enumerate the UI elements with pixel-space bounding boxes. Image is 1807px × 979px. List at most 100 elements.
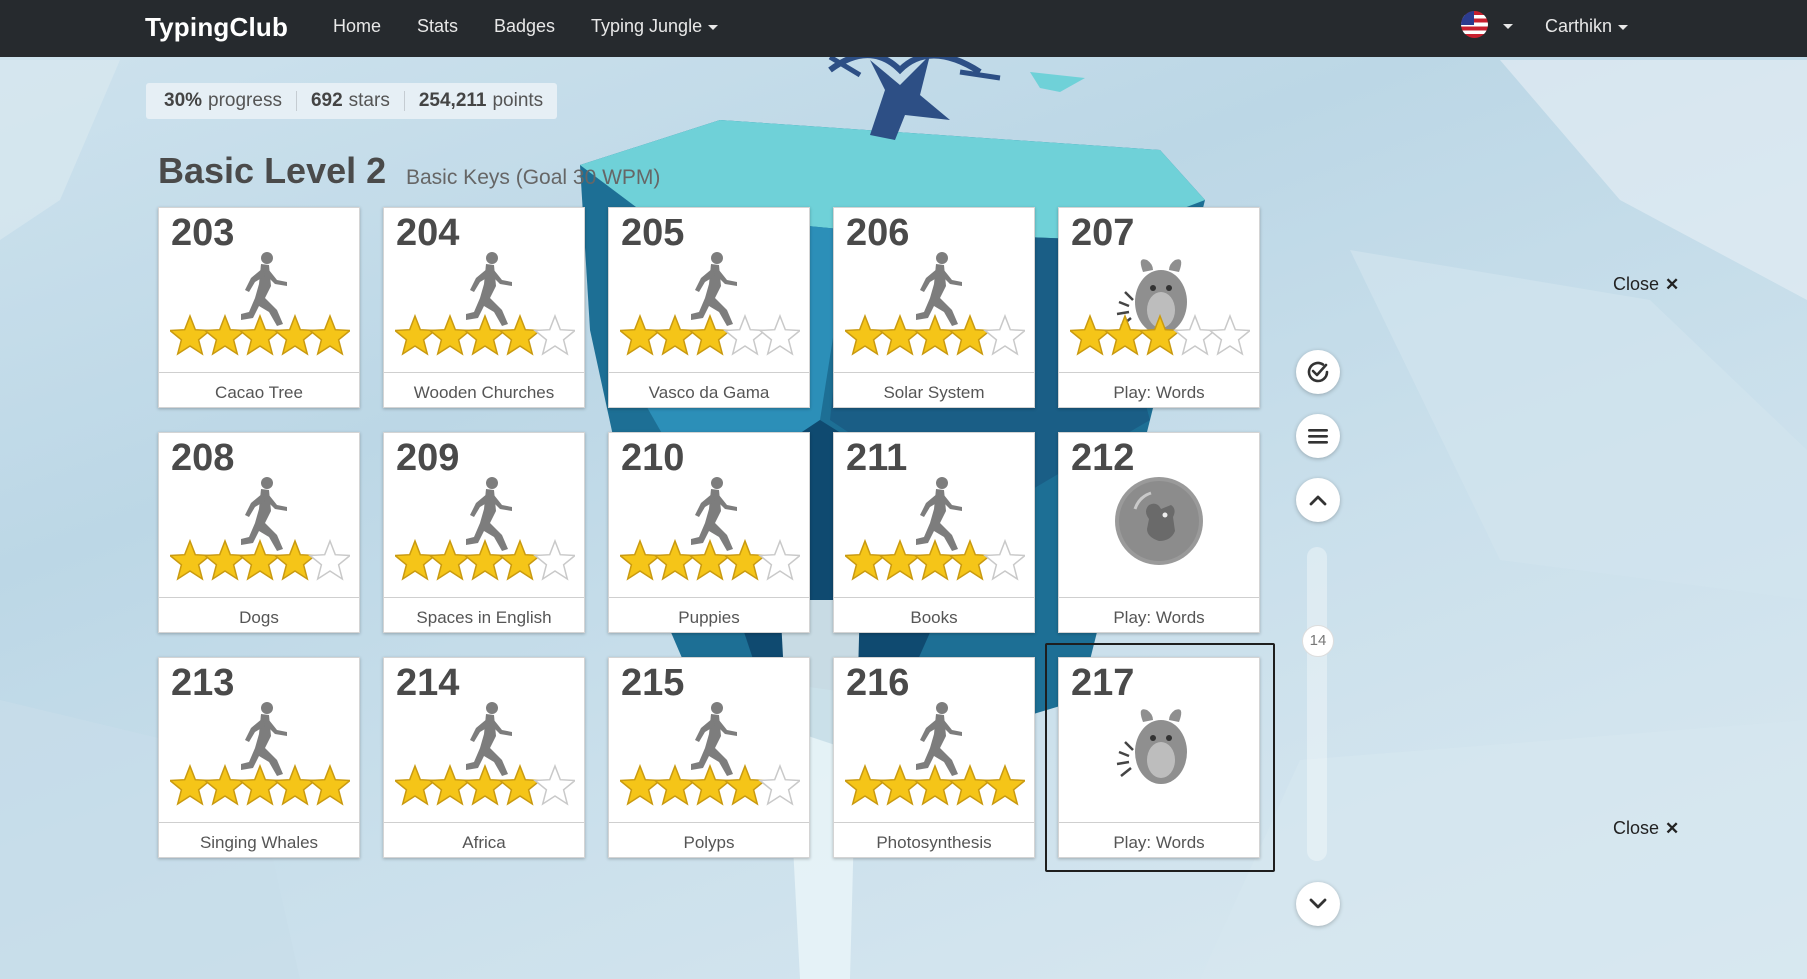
star-rating — [618, 313, 802, 359]
star-rating — [168, 763, 352, 809]
lesson-name: Play: Words — [1113, 608, 1205, 627]
lesson-card-214[interactable]: 214 Africa — [383, 657, 585, 858]
lesson-card-210[interactable]: 210 Puppies — [608, 432, 810, 633]
star-rating — [618, 763, 802, 809]
lesson-card-209[interactable]: 209 Spaces in English — [383, 432, 585, 633]
divider — [384, 372, 584, 373]
nav-home-link[interactable]: Home — [333, 16, 381, 37]
lesson-card-205[interactable]: 205 Vasco da Gama — [608, 207, 810, 408]
level-subtitle: Basic Keys (Goal 30 WPM) — [406, 166, 661, 189]
bubble-game-icon — [1113, 475, 1205, 567]
progress-stats-bar: 30% progress 692 stars 254,211 points — [146, 83, 558, 119]
progress-label: progress — [208, 90, 282, 111]
lesson-number: 209 — [396, 437, 460, 479]
lesson-number: 208 — [171, 437, 235, 479]
lesson-number: 206 — [846, 212, 910, 254]
lesson-number: 207 — [1071, 212, 1135, 254]
lesson-name: Books — [910, 608, 958, 627]
stars-label: stars — [348, 90, 390, 111]
divider — [159, 372, 359, 373]
close-label: Close — [1613, 274, 1660, 294]
menu-button[interactable] — [1296, 414, 1340, 458]
star-rating — [1068, 313, 1252, 359]
lesson-card-215[interactable]: 215 Polyps — [608, 657, 810, 858]
lesson-scroll-track[interactable] — [1307, 547, 1327, 861]
lesson-name: Photosynthesis — [876, 833, 992, 852]
lesson-name: Singing Whales — [199, 833, 319, 852]
lesson-name: Puppies — [678, 608, 740, 627]
lesson-number: 205 — [621, 212, 685, 254]
lesson-number: 211 — [846, 437, 908, 479]
lesson-name: Spaces in English — [416, 608, 552, 627]
lesson-number: 217 — [1071, 662, 1135, 704]
star-rating — [843, 763, 1027, 809]
lesson-name: Africa — [462, 833, 506, 852]
lesson-number: 212 — [1071, 437, 1135, 479]
star-rating — [168, 313, 352, 359]
lesson-name: Cacao Tree — [215, 383, 303, 402]
divider — [1059, 597, 1259, 598]
star-rating — [393, 538, 577, 584]
check-circle-button[interactable] — [1296, 350, 1340, 394]
scroll-position-badge[interactable]: 14 — [1302, 625, 1334, 657]
lesson-name: Polyps — [683, 833, 735, 852]
language-chevron-down-icon[interactable] — [1503, 24, 1513, 29]
lesson-card-207[interactable]: 207 Play: Words — [1058, 207, 1260, 408]
divider — [384, 822, 584, 823]
lesson-card-203[interactable]: 203 Cacao Tree — [158, 207, 360, 408]
typing-jungle-label: Typing Jungle — [591, 16, 703, 36]
lesson-number: 210 — [621, 437, 685, 479]
top-navbar: TypingClub Home Stats Badges Typing Jung… — [0, 0, 1807, 57]
scroll-up-button[interactable] — [1296, 478, 1340, 522]
brand-logo[interactable]: TypingClub — [145, 12, 288, 43]
star-rating — [393, 313, 577, 359]
lesson-card-213[interactable]: 213 Singing Whales — [158, 657, 360, 858]
star-rating — [843, 313, 1027, 359]
lesson-number: 216 — [846, 662, 910, 704]
lesson-name: Solar System — [883, 383, 985, 402]
divider — [1059, 822, 1259, 823]
level-title: Basic Level 2 — [158, 150, 387, 191]
chevron-down-icon — [1309, 898, 1327, 909]
close-link-top[interactable]: Close ✕ — [1613, 274, 1679, 295]
nav-stats-link[interactable]: Stats — [417, 16, 458, 37]
chevron-down-icon — [708, 24, 719, 30]
lesson-card-206[interactable]: 206 Solar System — [833, 207, 1035, 408]
scroll-down-button[interactable] — [1296, 882, 1340, 926]
divider — [295, 91, 297, 111]
nav-typing-jungle-dropdown[interactable]: Typing Jungle — [591, 16, 719, 37]
lesson-card-208[interactable]: 208 Dogs — [158, 432, 360, 633]
star-rating — [168, 538, 352, 584]
lesson-card-211[interactable]: 211 Books — [833, 432, 1035, 633]
divider — [609, 597, 809, 598]
star-rating — [843, 538, 1027, 584]
us-flag-icon[interactable] — [1461, 11, 1488, 38]
star-rating — [618, 538, 802, 584]
divider — [834, 372, 1034, 373]
hamburger-menu-icon — [1308, 429, 1328, 444]
lesson-card-204[interactable]: 204 Wooden Churches — [383, 207, 585, 408]
close-label: Close — [1613, 818, 1660, 838]
close-icon: ✕ — [1665, 819, 1680, 838]
lesson-name: Play: Words — [1113, 383, 1205, 402]
username-label: Carthikn — [1545, 16, 1613, 36]
lesson-name: Dogs — [239, 608, 279, 627]
lesson-number: 213 — [171, 662, 235, 704]
user-menu-dropdown[interactable]: Carthikn — [1545, 16, 1629, 37]
lesson-card-216[interactable]: 216 Photosynthesis — [833, 657, 1035, 858]
star-rating — [393, 763, 577, 809]
nav-badges-link[interactable]: Badges — [494, 16, 555, 37]
lesson-name: Vasco da Gama — [648, 383, 770, 402]
points-value: 254,211 — [418, 90, 487, 111]
lesson-number: 214 — [396, 662, 460, 704]
lesson-number: 215 — [621, 662, 685, 704]
divider — [1059, 372, 1259, 373]
divider — [403, 91, 405, 111]
check-circle-icon — [1307, 361, 1329, 383]
lesson-number: 203 — [171, 212, 235, 254]
close-link-bottom[interactable]: Close ✕ — [1613, 818, 1679, 839]
lesson-card-217[interactable]: 217 Play: Words — [1058, 657, 1260, 858]
divider — [384, 597, 584, 598]
lesson-name: Wooden Churches — [413, 383, 555, 402]
lesson-card-212[interactable]: 212 Play: Words — [1058, 432, 1260, 633]
